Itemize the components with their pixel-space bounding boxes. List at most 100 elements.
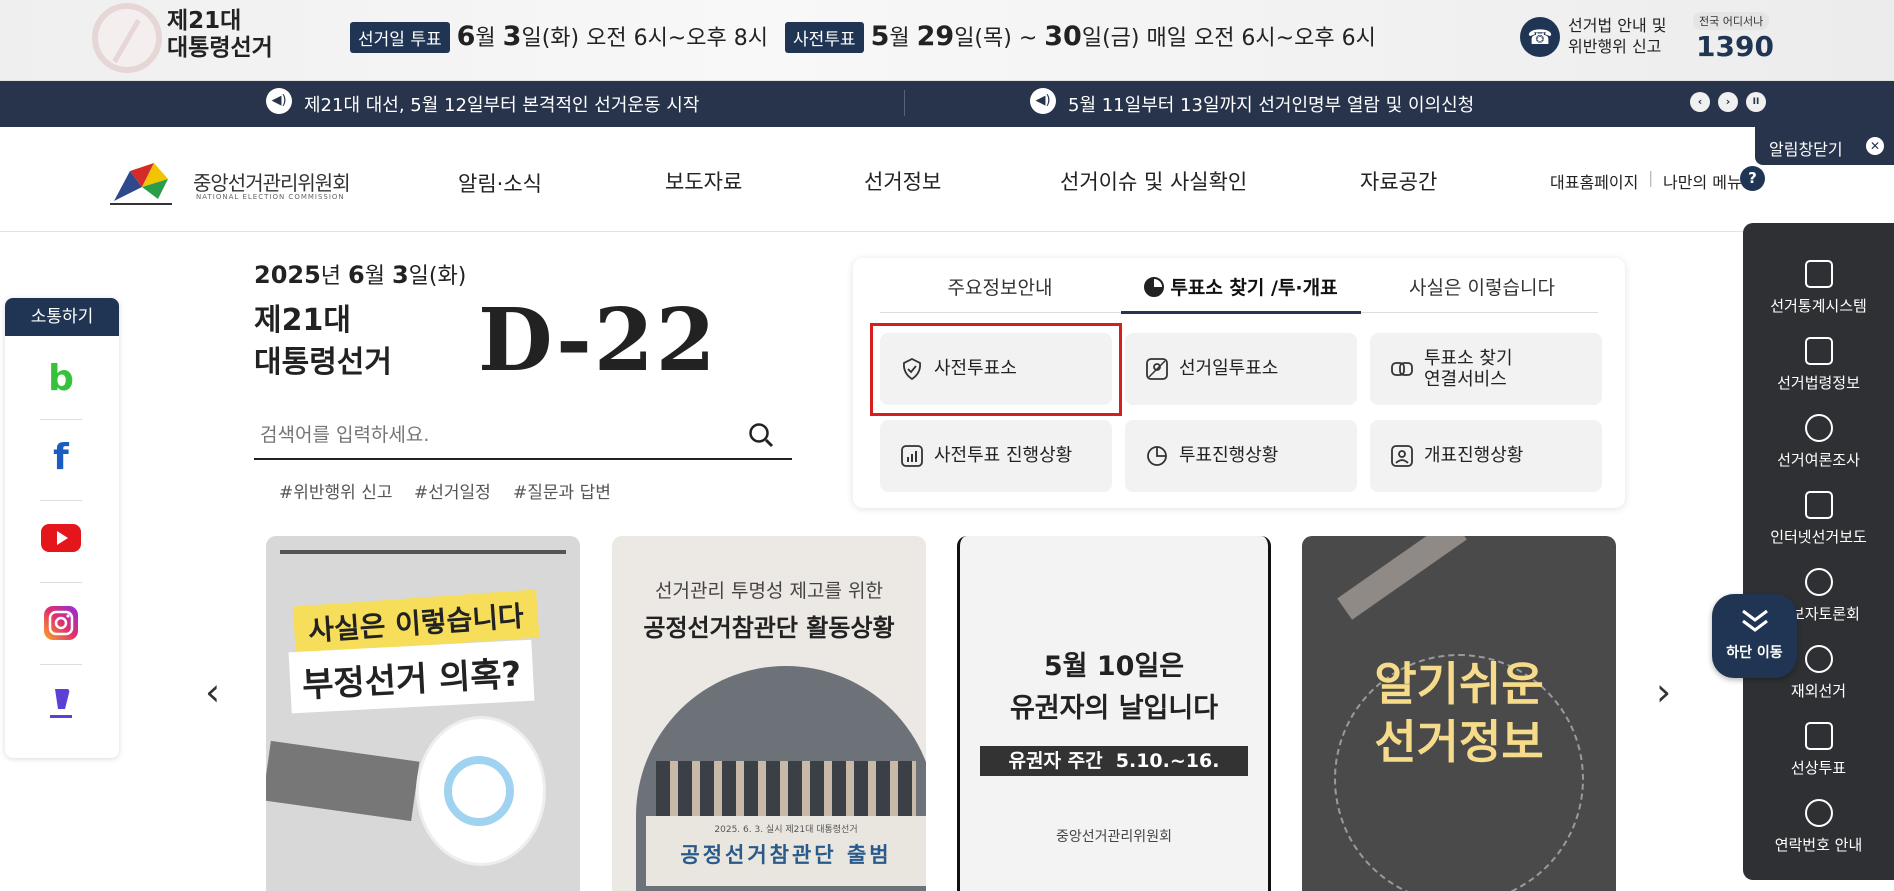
quick-label: 선상투표: [1790, 759, 1847, 777]
law-report-link[interactable]: 선거법 안내 및 위반행위 신고: [1568, 15, 1667, 57]
banner-observers[interactable]: 선거관리 투명성 제고를 위한 공정선거참관단 활동상황 2025. 6. 3.…: [612, 536, 926, 891]
highlight-box: [870, 323, 1122, 416]
tab-polling-station-label: 투표소 찾기 /투·개표: [1170, 277, 1338, 299]
pie-chart-icon: [1147, 446, 1167, 466]
go-bottom-button[interactable]: 하단 이동: [1712, 594, 1797, 678]
tab-polling-station[interactable]: 투표소 찾기 /투·개표: [1121, 268, 1361, 314]
org-name[interactable]: 중앙선거관리위원회: [193, 167, 351, 196]
date-day: 3: [391, 261, 409, 289]
election-title[interactable]: 제21대 대통령선거: [167, 8, 273, 62]
nav-press[interactable]: 보도자료: [665, 166, 742, 196]
tag-report[interactable]: #위반행위 신고: [279, 478, 393, 503]
nationwide-label: 전국 어디서나: [1693, 12, 1770, 30]
pencil-image: [1337, 536, 1467, 620]
quick-law-info[interactable]: 선거법령정보: [1743, 327, 1894, 405]
quick-internet-news[interactable]: 인터넷선거보도: [1743, 481, 1894, 559]
banner-2-line1: 선거관리 투명성 제고를 위한: [655, 580, 883, 602]
sns-divider: [40, 582, 82, 583]
early-month-suffix: 월: [889, 26, 910, 51]
notice-pause-button[interactable]: II: [1746, 92, 1766, 112]
tab-main-info[interactable]: 주요정보안내: [880, 268, 1120, 314]
hotline-number[interactable]: 1390: [1696, 30, 1774, 63]
search-input[interactable]: [260, 420, 720, 450]
ship-icon: [1805, 722, 1833, 750]
monitor-chart-icon: [1805, 260, 1833, 288]
law-line2: 위반행위 신고: [1568, 37, 1662, 56]
banner-easy-election-info[interactable]: 알기쉬운 선거정보: [1302, 536, 1616, 891]
quick-contact[interactable]: 연락번호 안내: [1743, 789, 1894, 867]
card-count-progress[interactable]: 개표진행상황: [1370, 420, 1602, 492]
youtube-icon[interactable]: [40, 522, 82, 564]
nav-election-info[interactable]: 선거정보: [864, 166, 941, 196]
date-month-suffix: 월: [364, 264, 392, 289]
card-election-day-station[interactable]: 선거일투표소: [1125, 333, 1357, 405]
people-icon: [1805, 568, 1833, 596]
notice-item-2[interactable]: 5월 11일부터 13일까지 선거인명부 열람 및 이의신청: [1068, 91, 1474, 117]
nav-archive[interactable]: 자료공간: [1360, 166, 1437, 196]
banner-2-line2: 공정선거참관단 활동상황: [643, 614, 895, 642]
notice-item-1[interactable]: 제21대 대선, 5월 12일부터 본격적인 선거운동 시작: [304, 91, 699, 117]
search-bar: [254, 410, 792, 460]
instagram-icon[interactable]: [40, 605, 82, 647]
main-homepage-link[interactable]: 대표홈페이지: [1550, 169, 1638, 193]
date-year-suffix: 년: [320, 264, 349, 289]
facebook-icon[interactable]: f: [40, 437, 82, 479]
card-label: 개표진행상황: [1424, 445, 1524, 466]
tag-faq[interactable]: #질문과 답변: [513, 478, 611, 503]
election-name-line1: 제21대: [254, 303, 351, 338]
speaker-icon: ◀): [266, 88, 292, 114]
sns-title: 소통하기: [5, 298, 119, 336]
band-icon[interactable]: b: [40, 358, 82, 400]
card-station-finder[interactable]: 투표소 찾기 연결서비스: [1370, 333, 1602, 405]
banner-2-photo-small: 2025. 6. 3. 실시 제21대 대통령선거: [714, 825, 858, 835]
banner-3-org: 중앙선거관리위원회: [1056, 829, 1172, 845]
law-line1: 선거법 안내 및: [1568, 16, 1667, 35]
banner-voters-day[interactable]: 5월 10일은 유권자의 날입니다 유권자 주간 5.10.~16. 중앙선거관…: [957, 536, 1271, 891]
my-menu-link[interactable]: 나만의 메뉴: [1663, 169, 1742, 193]
early-rest: 일(금) 매일 오전 6시~오후 6시: [1081, 26, 1376, 51]
card-early-vote-progress[interactable]: 사전투표 진행상황: [880, 420, 1112, 492]
quick-label: 선거법령정보: [1777, 374, 1860, 392]
date-day-suffix: 일(화): [408, 264, 467, 289]
blog-icon[interactable]: [40, 685, 82, 727]
chart-icon: [901, 445, 923, 467]
card-vote-progress[interactable]: 투표진행상황: [1125, 420, 1357, 492]
nav-issues[interactable]: 선거이슈 및 사실확인: [1060, 166, 1247, 196]
banner-fact-check[interactable]: 사실은 이렇습니다 부정선거 의혹?: [266, 536, 580, 891]
date-year: 2025: [254, 261, 321, 289]
quick-poll[interactable]: 선거여론조사: [1743, 404, 1894, 482]
card-label: 선거일투표소: [1179, 358, 1279, 379]
map-pin-icon: [1146, 358, 1168, 380]
nav-notice[interactable]: 알림·소식: [458, 168, 542, 198]
election-title-line2: 대통령선거: [167, 35, 273, 61]
search-icon[interactable]: [748, 422, 774, 448]
quick-stats-system[interactable]: 선거통계시스템: [1743, 250, 1894, 328]
quick-label: 재외선거: [1790, 682, 1847, 700]
quick-label: 연락번호 안내: [1774, 836, 1863, 854]
nec-logo-icon[interactable]: [108, 157, 174, 207]
early-day2: 30: [1044, 21, 1082, 52]
util-separator: |: [1648, 168, 1654, 187]
speaker-icon: ◀): [1030, 88, 1056, 114]
early-month: 5: [870, 21, 890, 52]
notice-prev-button[interactable]: ‹: [1690, 92, 1710, 112]
banner-3-strip: 유권자 주간 5.10.~16.: [980, 746, 1248, 776]
phone-chat-icon: [1805, 799, 1833, 827]
early-day1: 29: [916, 21, 955, 52]
help-icon[interactable]: ?: [1740, 166, 1765, 191]
quick-ship-vote[interactable]: 선상투표: [1743, 712, 1894, 790]
tag-schedule[interactable]: #선거일정: [414, 478, 491, 503]
sns-divider: [40, 500, 82, 501]
election-day-rest: 일(화) 오전 6시~오후 8시: [521, 26, 768, 51]
tab-facts[interactable]: 사실은 이렇습니다: [1362, 268, 1602, 314]
banner-3-line1: 5월 10일은: [1043, 651, 1185, 682]
election-name: 제21대 대통령선거: [254, 300, 392, 384]
early-mid: 일(목) ~: [954, 26, 1038, 51]
banner-2-photo-big: 공정선거참관단 출범: [680, 843, 892, 867]
carousel-prev-button[interactable]: ‹: [205, 670, 220, 714]
notice-next-button[interactable]: ›: [1718, 92, 1738, 112]
quick-label: 인터넷선거보도: [1770, 528, 1867, 546]
monitor-icon: [1805, 491, 1833, 519]
carousel-next-button[interactable]: ›: [1656, 670, 1671, 714]
banner-1-line2: 부정선거 의혹?: [288, 639, 535, 714]
